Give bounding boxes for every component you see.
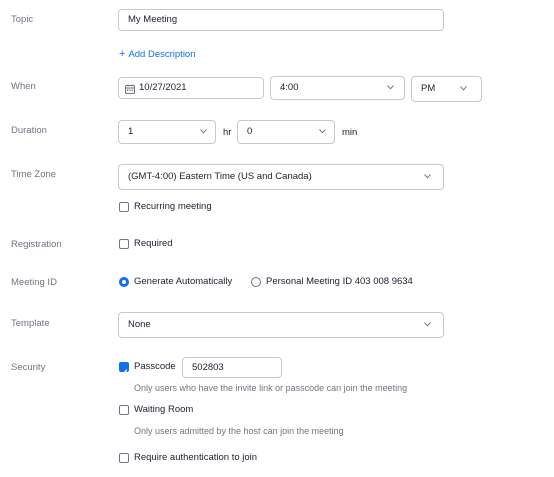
time-zone-select[interactable]: (GMT-4:00) Eastern Time (US and Canada) bbox=[118, 164, 444, 190]
when-label: When bbox=[11, 81, 36, 92]
topic-label: Topic bbox=[11, 14, 34, 25]
ampm-select[interactable]: PM bbox=[411, 76, 482, 102]
ampm-value: PM bbox=[421, 83, 436, 94]
template-value: None bbox=[128, 319, 151, 330]
add-description-link[interactable]: + Add Description bbox=[119, 48, 196, 61]
plus-icon: + bbox=[119, 48, 126, 60]
passcode-value: 502803 bbox=[192, 361, 224, 373]
chevron-down-icon bbox=[200, 126, 207, 138]
hr-unit-label: hr bbox=[223, 127, 232, 138]
duration-hours-select[interactable]: 1 bbox=[118, 120, 216, 144]
registration-checkbox[interactable] bbox=[119, 239, 129, 249]
passcode-checkbox[interactable] bbox=[119, 362, 129, 376]
duration-label: Duration bbox=[11, 125, 47, 136]
add-description-label: Add Description bbox=[128, 49, 196, 60]
template-select[interactable]: None bbox=[118, 312, 444, 338]
date-value: 10/27/2021 bbox=[139, 82, 187, 93]
time-value: 4:00 bbox=[280, 82, 299, 93]
generate-automatically-label[interactable]: Generate Automatically bbox=[134, 276, 232, 288]
personal-meeting-id-label[interactable]: Personal Meeting ID 403 008 9634 bbox=[266, 276, 413, 288]
calendar-icon bbox=[125, 84, 135, 98]
duration-minutes-value: 0 bbox=[247, 126, 253, 137]
date-picker[interactable]: 10/27/2021 bbox=[118, 77, 264, 99]
passcode-label[interactable]: Passcode bbox=[134, 361, 176, 373]
checkmark-icon bbox=[120, 363, 128, 381]
waiting-room-label[interactable]: Waiting Room bbox=[134, 404, 193, 416]
registration-label: Registration bbox=[11, 239, 62, 250]
require-authentication-checkbox[interactable] bbox=[119, 453, 129, 463]
passcode-hint: Only users who have the invite link or p… bbox=[134, 383, 408, 393]
waiting-room-hint: Only users admitted by the host can join… bbox=[134, 426, 344, 436]
security-label: Security bbox=[11, 362, 46, 373]
chevron-down-icon bbox=[319, 126, 326, 138]
chevron-down-icon bbox=[387, 82, 394, 94]
min-unit-label: min bbox=[342, 127, 358, 138]
time-zone-label: Time Zone bbox=[11, 169, 57, 180]
chevron-down-icon bbox=[460, 83, 467, 95]
duration-hours-value: 1 bbox=[128, 126, 134, 137]
chevron-down-icon bbox=[424, 319, 431, 331]
recurring-checkbox[interactable] bbox=[119, 202, 129, 212]
recurring-label[interactable]: Recurring meeting bbox=[134, 201, 212, 213]
time-select[interactable]: 4:00 bbox=[270, 76, 405, 100]
topic-value: My Meeting bbox=[128, 14, 178, 25]
template-label: Template bbox=[11, 318, 50, 329]
require-authentication-label[interactable]: Require authentication to join bbox=[134, 452, 257, 464]
topic-input[interactable]: My Meeting bbox=[118, 9, 444, 31]
duration-minutes-select[interactable]: 0 bbox=[237, 120, 335, 144]
waiting-room-checkbox[interactable] bbox=[119, 405, 129, 415]
passcode-input[interactable]: 502803 bbox=[182, 357, 282, 378]
time-zone-value: (GMT-4:00) Eastern Time (US and Canada) bbox=[128, 171, 312, 182]
personal-meeting-id-radio[interactable] bbox=[251, 277, 261, 287]
chevron-down-icon bbox=[424, 171, 431, 183]
generate-automatically-radio[interactable] bbox=[119, 277, 129, 287]
meeting-id-label: Meeting ID bbox=[11, 277, 57, 288]
registration-required-label[interactable]: Required bbox=[134, 238, 173, 250]
